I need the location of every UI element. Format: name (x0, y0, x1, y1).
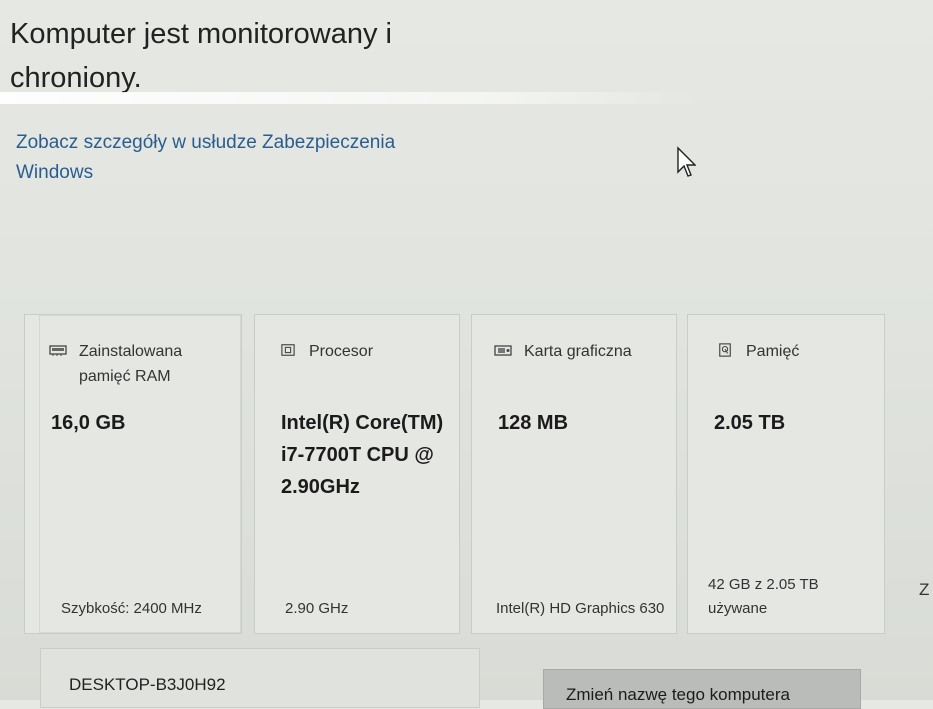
graphics-card-name: Intel(R) HD Graphics 630 (496, 600, 665, 617)
mouse-cursor-icon (677, 146, 696, 177)
graphics-memory-value: 128 MB (498, 412, 569, 434)
storage-label: Pamięć (746, 343, 800, 360)
processor-value: Intel(R) Core(TM) i7-7700T CPU @ 2.90GHz (281, 412, 444, 498)
rename-pc-button[interactable]: Zmień nazwę tego komputera (543, 669, 861, 709)
storage-usage: 42 GB z 2.05 TB używane (708, 576, 819, 617)
graphics-label: Karta graficzna (524, 343, 632, 360)
spec-tile-storage: Pamięć 2.05 TB 42 GB z 2.05 TB używane (687, 314, 885, 634)
page-title: Komputer jest monitorowany i chroniony. (10, 18, 392, 94)
security-details-link[interactable]: Zobacz szczegóły w usłudze Zabezpieczeni… (16, 128, 456, 188)
cropped-edge-text: Z (919, 580, 930, 599)
storage-icon (719, 343, 731, 357)
device-name-panel: DESKTOP-B3J0H92 (40, 648, 480, 708)
ram-icon (49, 345, 67, 356)
ram-value: 16,0 GB (51, 412, 126, 434)
processor-speed: 2.90 GHz (285, 600, 349, 617)
ram-speed: Szybkość: 2400 MHz (61, 600, 202, 617)
spec-tile-ram: Zainstalowana pamięć RAM 16,0 GB Szybkoś… (24, 314, 242, 634)
processor-icon (281, 344, 295, 356)
storage-value: 2.05 TB (714, 412, 786, 434)
spec-tile-processor: Procesor Intel(R) Core(TM) i7-7700T CPU … (254, 314, 460, 634)
ram-label: Zainstalowana pamięć RAM (79, 343, 183, 385)
title-divider (0, 92, 700, 104)
device-name: DESKTOP-B3J0H92 (69, 675, 226, 694)
processor-label: Procesor (309, 343, 374, 360)
graphics-card-icon (494, 345, 512, 356)
spec-tile-graphics: Karta graficzna 128 MB Intel(R) HD Graph… (471, 314, 677, 634)
